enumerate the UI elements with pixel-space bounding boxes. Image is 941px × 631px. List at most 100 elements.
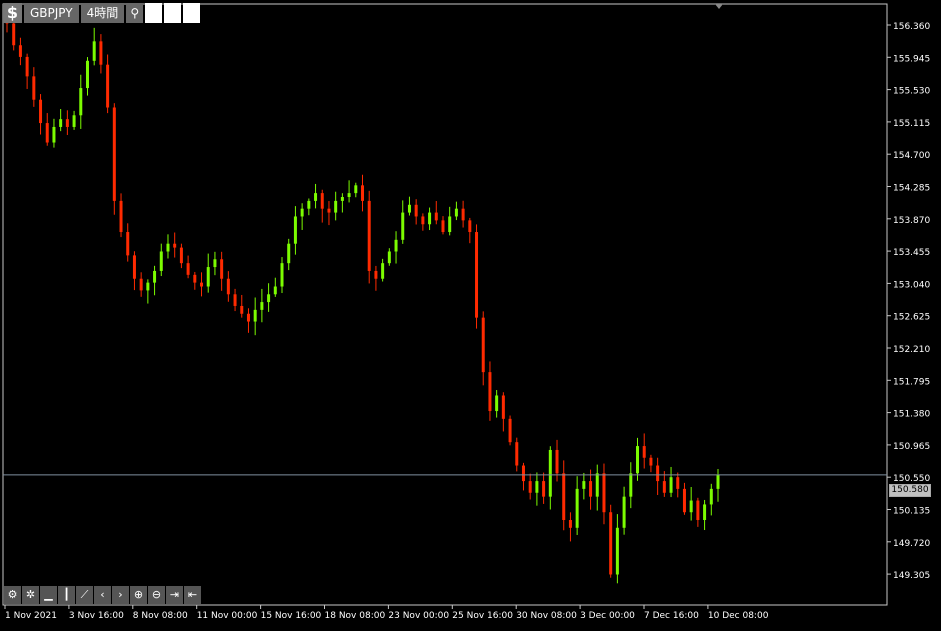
candle-body bbox=[226, 278, 230, 295]
candle-body bbox=[434, 212, 438, 221]
line-chart-icon[interactable]: ⟋ bbox=[76, 586, 93, 604]
candle-body bbox=[622, 496, 626, 528]
candle-body bbox=[280, 263, 284, 287]
plot-frame bbox=[2, 3, 888, 606]
candle-body bbox=[475, 232, 479, 318]
candle-body bbox=[367, 200, 371, 271]
x-tick-label: 23 Nov 00:00 bbox=[388, 611, 449, 621]
candle-icon[interactable]: ┃ bbox=[58, 586, 75, 604]
candle-body bbox=[656, 465, 660, 482]
y-tick-label: 150.965 bbox=[893, 442, 930, 452]
y-tick-label: 150.550 bbox=[893, 474, 930, 484]
candle-body bbox=[206, 267, 210, 287]
candle-body bbox=[662, 481, 666, 493]
y-tick-label: 150.135 bbox=[893, 507, 930, 517]
chart-shift-icon[interactable]: ⇤ bbox=[184, 586, 201, 604]
y-tick-label: 151.380 bbox=[893, 410, 930, 420]
y-tick-label: 149.720 bbox=[893, 539, 930, 549]
candle-body bbox=[521, 465, 525, 482]
y-tick-label: 155.945 bbox=[893, 54, 930, 64]
candle-body bbox=[361, 185, 364, 201]
candle-body bbox=[25, 56, 29, 77]
candle-body bbox=[267, 294, 271, 303]
candle-body bbox=[501, 395, 505, 419]
candle-body bbox=[642, 446, 646, 458]
zoom-out-icon[interactable]: ⊖ bbox=[148, 586, 165, 604]
candle-body bbox=[340, 197, 344, 201]
candle-body bbox=[293, 216, 297, 244]
candle-body bbox=[696, 500, 700, 521]
candle-body bbox=[65, 119, 69, 127]
candle-body bbox=[488, 372, 492, 412]
candle-body bbox=[481, 317, 485, 373]
candle-body bbox=[45, 123, 49, 143]
y-tick-label: 149.305 bbox=[893, 571, 930, 581]
scroll-right-icon[interactable]: › bbox=[112, 586, 129, 604]
timeframe-label[interactable]: 4時間 bbox=[80, 3, 125, 23]
candle-body bbox=[173, 243, 177, 248]
candle-body bbox=[528, 481, 532, 493]
y-tick-label: 152.625 bbox=[893, 313, 930, 323]
y-tick-label: 154.285 bbox=[893, 184, 930, 194]
autoscroll-icon[interactable]: ⇥ bbox=[166, 586, 183, 604]
candle-body bbox=[595, 473, 599, 497]
candle-body bbox=[153, 270, 157, 283]
color-box-1[interactable] bbox=[145, 3, 163, 23]
candle-body bbox=[52, 126, 56, 143]
color-box-2[interactable] bbox=[164, 3, 182, 23]
candle-body bbox=[636, 446, 640, 474]
candle-body bbox=[468, 220, 472, 233]
bar-chart-icon[interactable]: ▁ bbox=[40, 586, 57, 604]
candle-body bbox=[139, 278, 143, 291]
settings-icon[interactable]: ⚙ bbox=[4, 586, 21, 604]
chart-header: $ GBPJPY 4時間 ⚲ bbox=[3, 3, 201, 23]
candle-body bbox=[287, 243, 291, 264]
candle-body bbox=[179, 247, 183, 264]
candle-body bbox=[448, 216, 452, 233]
candle-body bbox=[535, 481, 539, 493]
candle-body bbox=[381, 263, 385, 279]
candle-body bbox=[85, 60, 89, 89]
price-chart[interactable]: 156.360 155.945 155.530 155.115 154.700 154.2… bbox=[0, 0, 941, 627]
candle-body bbox=[246, 313, 250, 322]
pin-icon[interactable]: ⚲ bbox=[126, 3, 144, 23]
symbol-label[interactable]: GBPJPY bbox=[24, 3, 79, 23]
candle-body bbox=[307, 200, 311, 209]
y-tick-label: 154.700 bbox=[893, 151, 930, 161]
candle-body bbox=[112, 107, 116, 201]
y-tick-label: 155.530 bbox=[893, 87, 930, 97]
chart-area[interactable]: 156.360 155.945 155.530 155.115 154.700 154.2… bbox=[0, 0, 941, 627]
candle-body bbox=[602, 473, 606, 513]
gear-icon[interactable]: ✲ bbox=[22, 586, 39, 604]
candle-body bbox=[709, 488, 713, 505]
candle-body bbox=[79, 88, 83, 116]
candle-body bbox=[327, 208, 331, 213]
candle-body bbox=[582, 481, 586, 489]
candle-body bbox=[119, 200, 123, 233]
x-tick-label: 25 Nov 16:00 bbox=[452, 611, 513, 621]
candle-body bbox=[260, 302, 264, 310]
candle-body bbox=[401, 212, 405, 240]
candle-body bbox=[615, 527, 619, 575]
zoom-in-icon[interactable]: ⊕ bbox=[130, 586, 147, 604]
candle-body bbox=[414, 204, 418, 217]
candle-body bbox=[240, 305, 244, 314]
x-tick-label: 8 Nov 08:00 bbox=[133, 611, 188, 621]
candle-body bbox=[716, 474, 720, 489]
current-price-tag: 150.580 bbox=[889, 484, 931, 497]
candle-body bbox=[421, 216, 425, 225]
y-tick-label: 153.455 bbox=[893, 248, 930, 258]
symbol-icon[interactable]: $ bbox=[3, 3, 22, 23]
y-tick-label: 153.040 bbox=[893, 280, 930, 290]
candle-body bbox=[495, 395, 499, 412]
candle-body bbox=[193, 274, 197, 283]
candle-body bbox=[146, 282, 150, 291]
color-box-3[interactable] bbox=[183, 3, 201, 23]
scroll-left-icon[interactable]: ‹ bbox=[94, 586, 111, 604]
candle-body bbox=[629, 473, 633, 497]
candle-body bbox=[92, 41, 96, 61]
bottom-toolbar: ⚙ ✲ ▁ ┃ ⟋ ‹ › ⊕ ⊖ ⇥ ⇤ bbox=[4, 586, 201, 604]
candle-body bbox=[542, 481, 546, 497]
candle-body bbox=[347, 193, 351, 198]
candle-body bbox=[689, 500, 693, 513]
